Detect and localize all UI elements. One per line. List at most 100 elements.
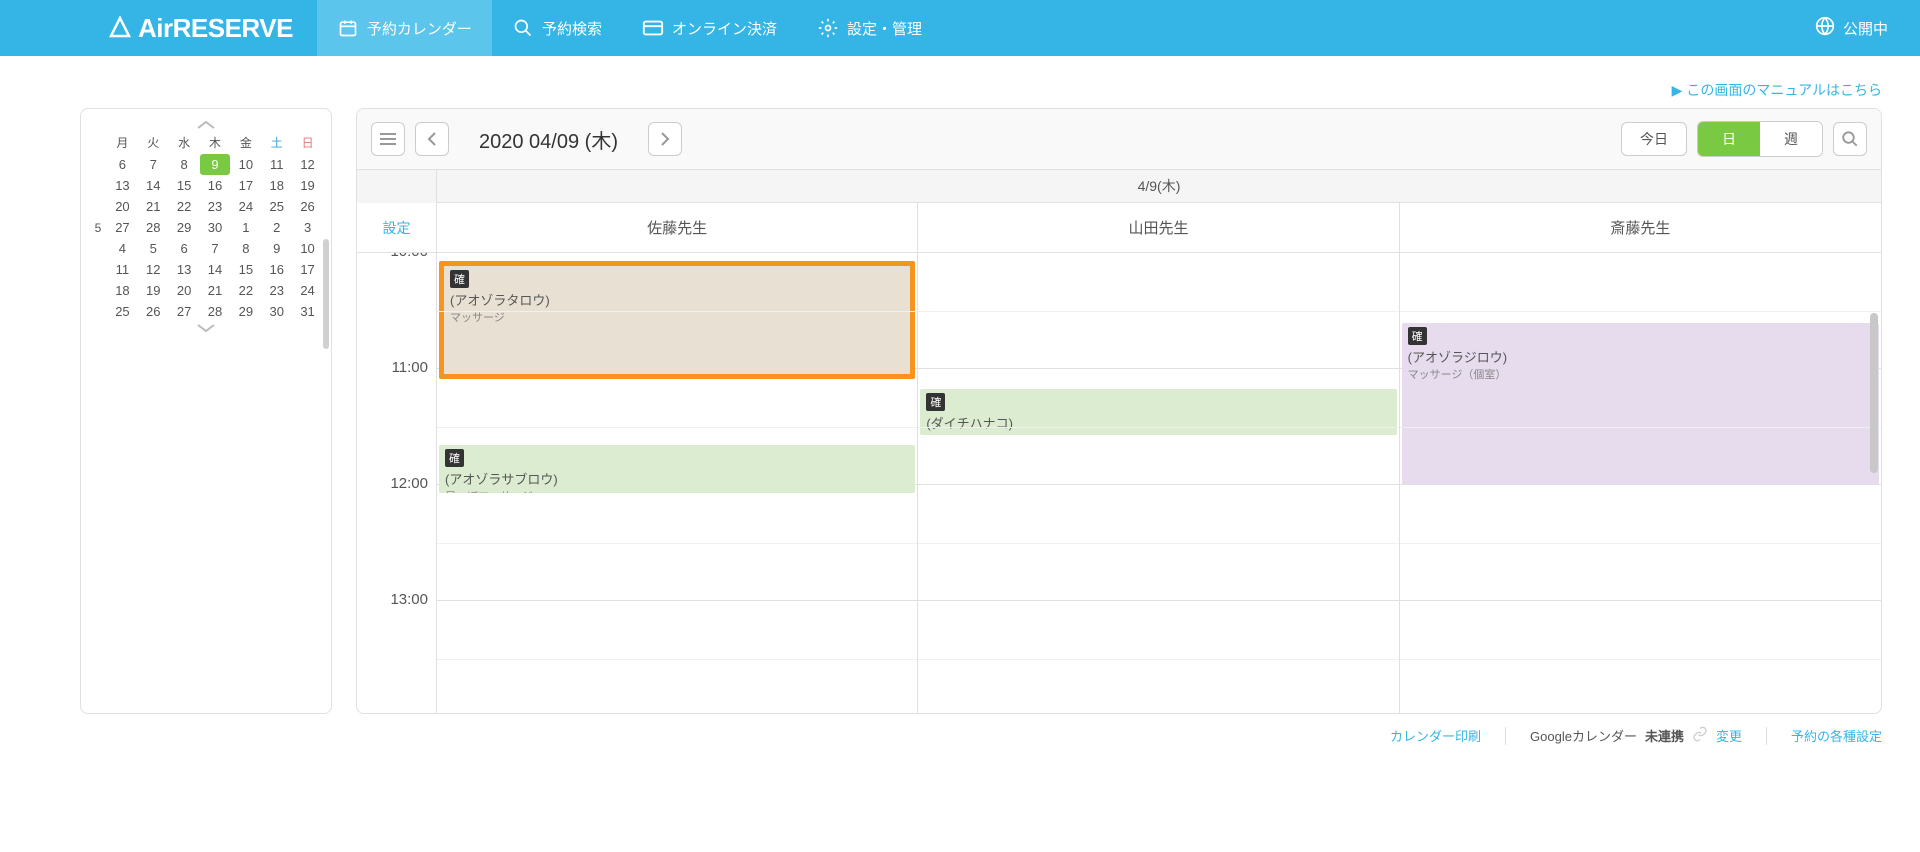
mini-cal-day[interactable]: 15 [230, 259, 261, 280]
header-status[interactable]: 公開中 [1815, 0, 1920, 56]
mini-cal-day[interactable]: 12 [138, 259, 169, 280]
reservation-event[interactable]: 確(アオゾラタロウ)マッサージ [439, 261, 915, 379]
mini-cal-day[interactable]: 1 [230, 217, 261, 238]
mini-cal-day[interactable]: 7 [200, 238, 231, 259]
mini-cal-day[interactable]: 10 [292, 238, 323, 259]
menu-button[interactable] [371, 122, 405, 156]
mini-cal-day[interactable]: 31 [292, 301, 323, 322]
mini-cal-day[interactable]: 26 [138, 301, 169, 322]
mini-cal-day[interactable]: 11 [261, 154, 292, 175]
mini-cal-day[interactable]: 13 [169, 259, 200, 280]
logo-icon [108, 16, 132, 40]
time-cell[interactable] [437, 601, 918, 713]
time-label: 12:00 [357, 485, 437, 601]
mini-cal-day[interactable]: 29 [230, 301, 261, 322]
reservation-event[interactable]: 確(ダイチハナコ)足つぼマッサージ [920, 389, 1396, 435]
mini-cal-day[interactable]: 29 [169, 217, 200, 238]
mini-cal-week-number [89, 238, 107, 259]
mini-cal-day[interactable]: 6 [107, 154, 138, 175]
time-cell[interactable] [1400, 369, 1881, 485]
mini-cal-scrollbar[interactable] [323, 239, 329, 349]
mini-cal-day[interactable]: 14 [138, 175, 169, 196]
prev-day-button[interactable] [415, 122, 449, 156]
today-button[interactable]: 今日 [1621, 122, 1687, 156]
mini-cal-day[interactable]: 24 [230, 196, 261, 217]
mini-cal-day[interactable]: 19 [138, 280, 169, 301]
manual-link[interactable]: ▶ この画面のマニュアルはこちら [1672, 80, 1882, 100]
next-day-button[interactable] [648, 122, 682, 156]
mini-cal-day[interactable]: 23 [261, 280, 292, 301]
time-cell[interactable]: 確(アオゾラタロウ)マッサージ [437, 253, 918, 369]
time-cell[interactable]: 確(ダイチハナコ)足つぼマッサージ [918, 369, 1399, 485]
mini-cal-day[interactable]: 22 [169, 196, 200, 217]
search-button[interactable] [1833, 122, 1867, 156]
event-customer-name: (アオゾラジロウ) [1408, 347, 1873, 366]
mini-cal-day[interactable]: 25 [261, 196, 292, 217]
mini-cal-day[interactable]: 22 [230, 280, 261, 301]
time-cell[interactable] [918, 601, 1399, 713]
gear-icon [817, 17, 839, 39]
mini-cal-day[interactable]: 17 [292, 259, 323, 280]
mini-cal-day[interactable]: 30 [200, 217, 231, 238]
footer-separator [1505, 727, 1506, 745]
mini-cal-day[interactable]: 28 [138, 217, 169, 238]
mini-cal-day[interactable]: 8 [230, 238, 261, 259]
mini-cal-day[interactable]: 25 [107, 301, 138, 322]
mini-cal-day[interactable]: 19 [292, 175, 323, 196]
mini-cal-day[interactable]: 14 [200, 259, 231, 280]
mini-cal-day[interactable]: 5 [138, 238, 169, 259]
mini-cal-day[interactable]: 18 [107, 280, 138, 301]
nav-settings[interactable]: 設定・管理 [797, 0, 942, 56]
mini-cal-day[interactable]: 15 [169, 175, 200, 196]
mini-cal-day[interactable]: 20 [169, 280, 200, 301]
mini-cal-day[interactable]: 23 [200, 196, 231, 217]
mini-cal-weekday: 月 [107, 131, 138, 154]
mini-cal-day[interactable]: 27 [169, 301, 200, 322]
mini-cal-day[interactable]: 9 [261, 238, 292, 259]
mini-cal-day[interactable]: 7 [138, 154, 169, 175]
time-cell[interactable] [1400, 485, 1881, 601]
mini-cal-day[interactable]: 9 [200, 154, 231, 175]
mini-cal-day[interactable]: 27 [107, 217, 138, 238]
reservation-settings-link[interactable]: 予約の各種設定 [1791, 726, 1882, 745]
column-settings-button[interactable]: 設定 [357, 203, 437, 252]
mini-cal-day[interactable]: 12 [292, 154, 323, 175]
mini-cal-day[interactable]: 11 [107, 259, 138, 280]
mini-cal-day[interactable]: 13 [107, 175, 138, 196]
mini-cal-day[interactable]: 24 [292, 280, 323, 301]
time-cell[interactable]: 確(アオゾラジロウ)マッサージ（個室） [1400, 253, 1881, 369]
time-cell[interactable] [1400, 601, 1881, 713]
view-week-button[interactable]: 週 [1760, 122, 1822, 156]
mini-cal-day[interactable]: 18 [261, 175, 292, 196]
mini-cal-next[interactable] [89, 322, 323, 334]
mini-cal-day[interactable]: 2 [261, 217, 292, 238]
nav-search[interactable]: 予約検索 [492, 0, 622, 56]
mini-cal-day[interactable]: 8 [169, 154, 200, 175]
time-cell[interactable] [918, 485, 1399, 601]
mini-cal-day[interactable]: 17 [230, 175, 261, 196]
change-link[interactable]: 変更 [1716, 726, 1742, 745]
mini-cal-day[interactable]: 21 [138, 196, 169, 217]
mini-cal-day[interactable]: 26 [292, 196, 323, 217]
mini-cal-day[interactable]: 30 [261, 301, 292, 322]
mini-cal-day[interactable]: 21 [200, 280, 231, 301]
mini-cal-day[interactable]: 16 [261, 259, 292, 280]
nav-payment[interactable]: オンライン決済 [622, 0, 797, 56]
nav-calendar[interactable]: 予約カレンダー [317, 0, 492, 56]
mini-cal-day[interactable]: 16 [200, 175, 231, 196]
view-day-button[interactable]: 日 [1698, 122, 1760, 156]
mini-cal-week-number [89, 259, 107, 280]
calendar-scrollbar[interactable] [1870, 313, 1878, 473]
mini-cal-day[interactable]: 28 [200, 301, 231, 322]
mini-cal-day[interactable]: 4 [107, 238, 138, 259]
mini-cal-day[interactable]: 6 [169, 238, 200, 259]
time-cell[interactable] [918, 253, 1399, 369]
time-cell[interactable] [437, 485, 918, 601]
print-link[interactable]: カレンダー印刷 [1390, 726, 1481, 745]
status-badge: 確 [1408, 327, 1427, 345]
mini-cal-day[interactable]: 3 [292, 217, 323, 238]
mini-cal-prev[interactable] [89, 119, 323, 131]
mini-cal-day[interactable]: 20 [107, 196, 138, 217]
mini-cal-day[interactable]: 10 [230, 154, 261, 175]
time-cell[interactable]: 確(アオゾラサブロウ)足つぼマッサージ [437, 369, 918, 485]
